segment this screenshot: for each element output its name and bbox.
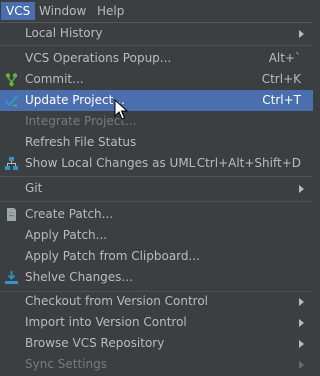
- menu-separator: [0, 176, 313, 177]
- menu-item-label: Browse VCS Repository: [25, 336, 165, 350]
- menu-item-create-patch[interactable]: Create Patch...: [0, 204, 313, 225]
- menu-window-label: Window: [39, 4, 87, 18]
- submenu-arrow-icon: [299, 340, 304, 348]
- menu-item-refresh-file-status[interactable]: Refresh File Status: [0, 132, 313, 153]
- menu-item-label: Import into Version Control: [25, 315, 187, 329]
- menu-item-integrate-project[interactable]: Integrate Project...: [0, 111, 313, 132]
- vcs-dropdown-menu: Local History VCS Operations Popup... Al…: [0, 22, 313, 376]
- menu-item-checkout-from-vcs[interactable]: Checkout from Version Control: [0, 291, 313, 312]
- menu-item-label: Show Local Changes as UML: [25, 156, 196, 170]
- shelve-download-icon: [5, 271, 18, 284]
- mouse-pointer-icon: [114, 99, 129, 120]
- vcs-commit-icon: [5, 73, 18, 87]
- menu-item-label: Apply Patch...: [25, 228, 108, 242]
- submenu-arrow-icon: [299, 30, 304, 38]
- submenu-arrow-icon: [299, 319, 304, 327]
- menu-item-apply-patch[interactable]: Apply Patch...: [0, 225, 313, 246]
- menu-separator: [0, 45, 313, 46]
- menu-item-browse-vcs-repository[interactable]: Browse VCS Repository: [0, 333, 313, 354]
- menu-item-label: Update Project...: [25, 93, 125, 107]
- menu-vcs[interactable]: VCS: [1, 2, 36, 20]
- vcs-update-checkmark-icon: [4, 94, 19, 107]
- menu-help[interactable]: Help: [92, 2, 129, 20]
- menu-window[interactable]: Window: [34, 2, 91, 20]
- menu-item-commit[interactable]: Commit... Ctrl+K: [0, 69, 313, 90]
- menu-item-apply-patch-from-clipboard[interactable]: Apply Patch from Clipboard...: [0, 246, 313, 267]
- submenu-arrow-icon: [299, 298, 304, 306]
- menu-item-shelve-changes[interactable]: Shelve Changes...: [0, 267, 313, 288]
- menu-item-label: Checkout from Version Control: [25, 294, 209, 308]
- menu-item-sync-settings[interactable]: Sync Settings: [0, 354, 313, 375]
- menu-item-update-project[interactable]: Update Project... Ctrl+T: [0, 90, 313, 111]
- menu-item-label: Shelve Changes...: [25, 270, 133, 284]
- menu-item-label: Create Patch...: [25, 207, 114, 221]
- menu-item-label: Git: [25, 181, 43, 195]
- menu-vcs-label: VCS: [6, 4, 31, 18]
- menu-separator: [0, 201, 313, 202]
- menu-item-shortcut: Ctrl+Alt+Shift+D: [196, 156, 301, 170]
- menu-item-label: Local History: [25, 26, 103, 40]
- menu-item-label: VCS Operations Popup...: [25, 51, 172, 65]
- menu-item-label: Commit...: [25, 72, 84, 86]
- menu-item-shortcut: Ctrl+T: [262, 93, 301, 107]
- menu-help-label: Help: [97, 4, 125, 18]
- submenu-arrow-icon: [299, 185, 304, 193]
- patch-file-icon: [7, 208, 16, 221]
- submenu-arrow-icon: [299, 361, 304, 369]
- menu-item-shortcut: Ctrl+K: [261, 72, 301, 86]
- menu-item-import-into-vcs[interactable]: Import into Version Control: [0, 312, 313, 333]
- menu-item-local-history[interactable]: Local History: [0, 23, 313, 44]
- menu-item-vcs-operations-popup[interactable]: VCS Operations Popup... Alt+`: [0, 48, 313, 69]
- menu-bar: VCS Window Help: [0, 0, 313, 22]
- menu-item-shortcut: Alt+`: [268, 51, 301, 65]
- menu-item-show-local-changes-uml[interactable]: Show Local Changes as UML Ctrl+Alt+Shift…: [0, 153, 313, 174]
- menu-item-label: Refresh File Status: [25, 135, 137, 149]
- menu-item-label: Sync Settings: [25, 357, 107, 371]
- uml-diagram-icon: [5, 157, 18, 170]
- menu-item-label: Apply Patch from Clipboard...: [25, 249, 200, 263]
- menu-item-git[interactable]: Git: [0, 178, 313, 199]
